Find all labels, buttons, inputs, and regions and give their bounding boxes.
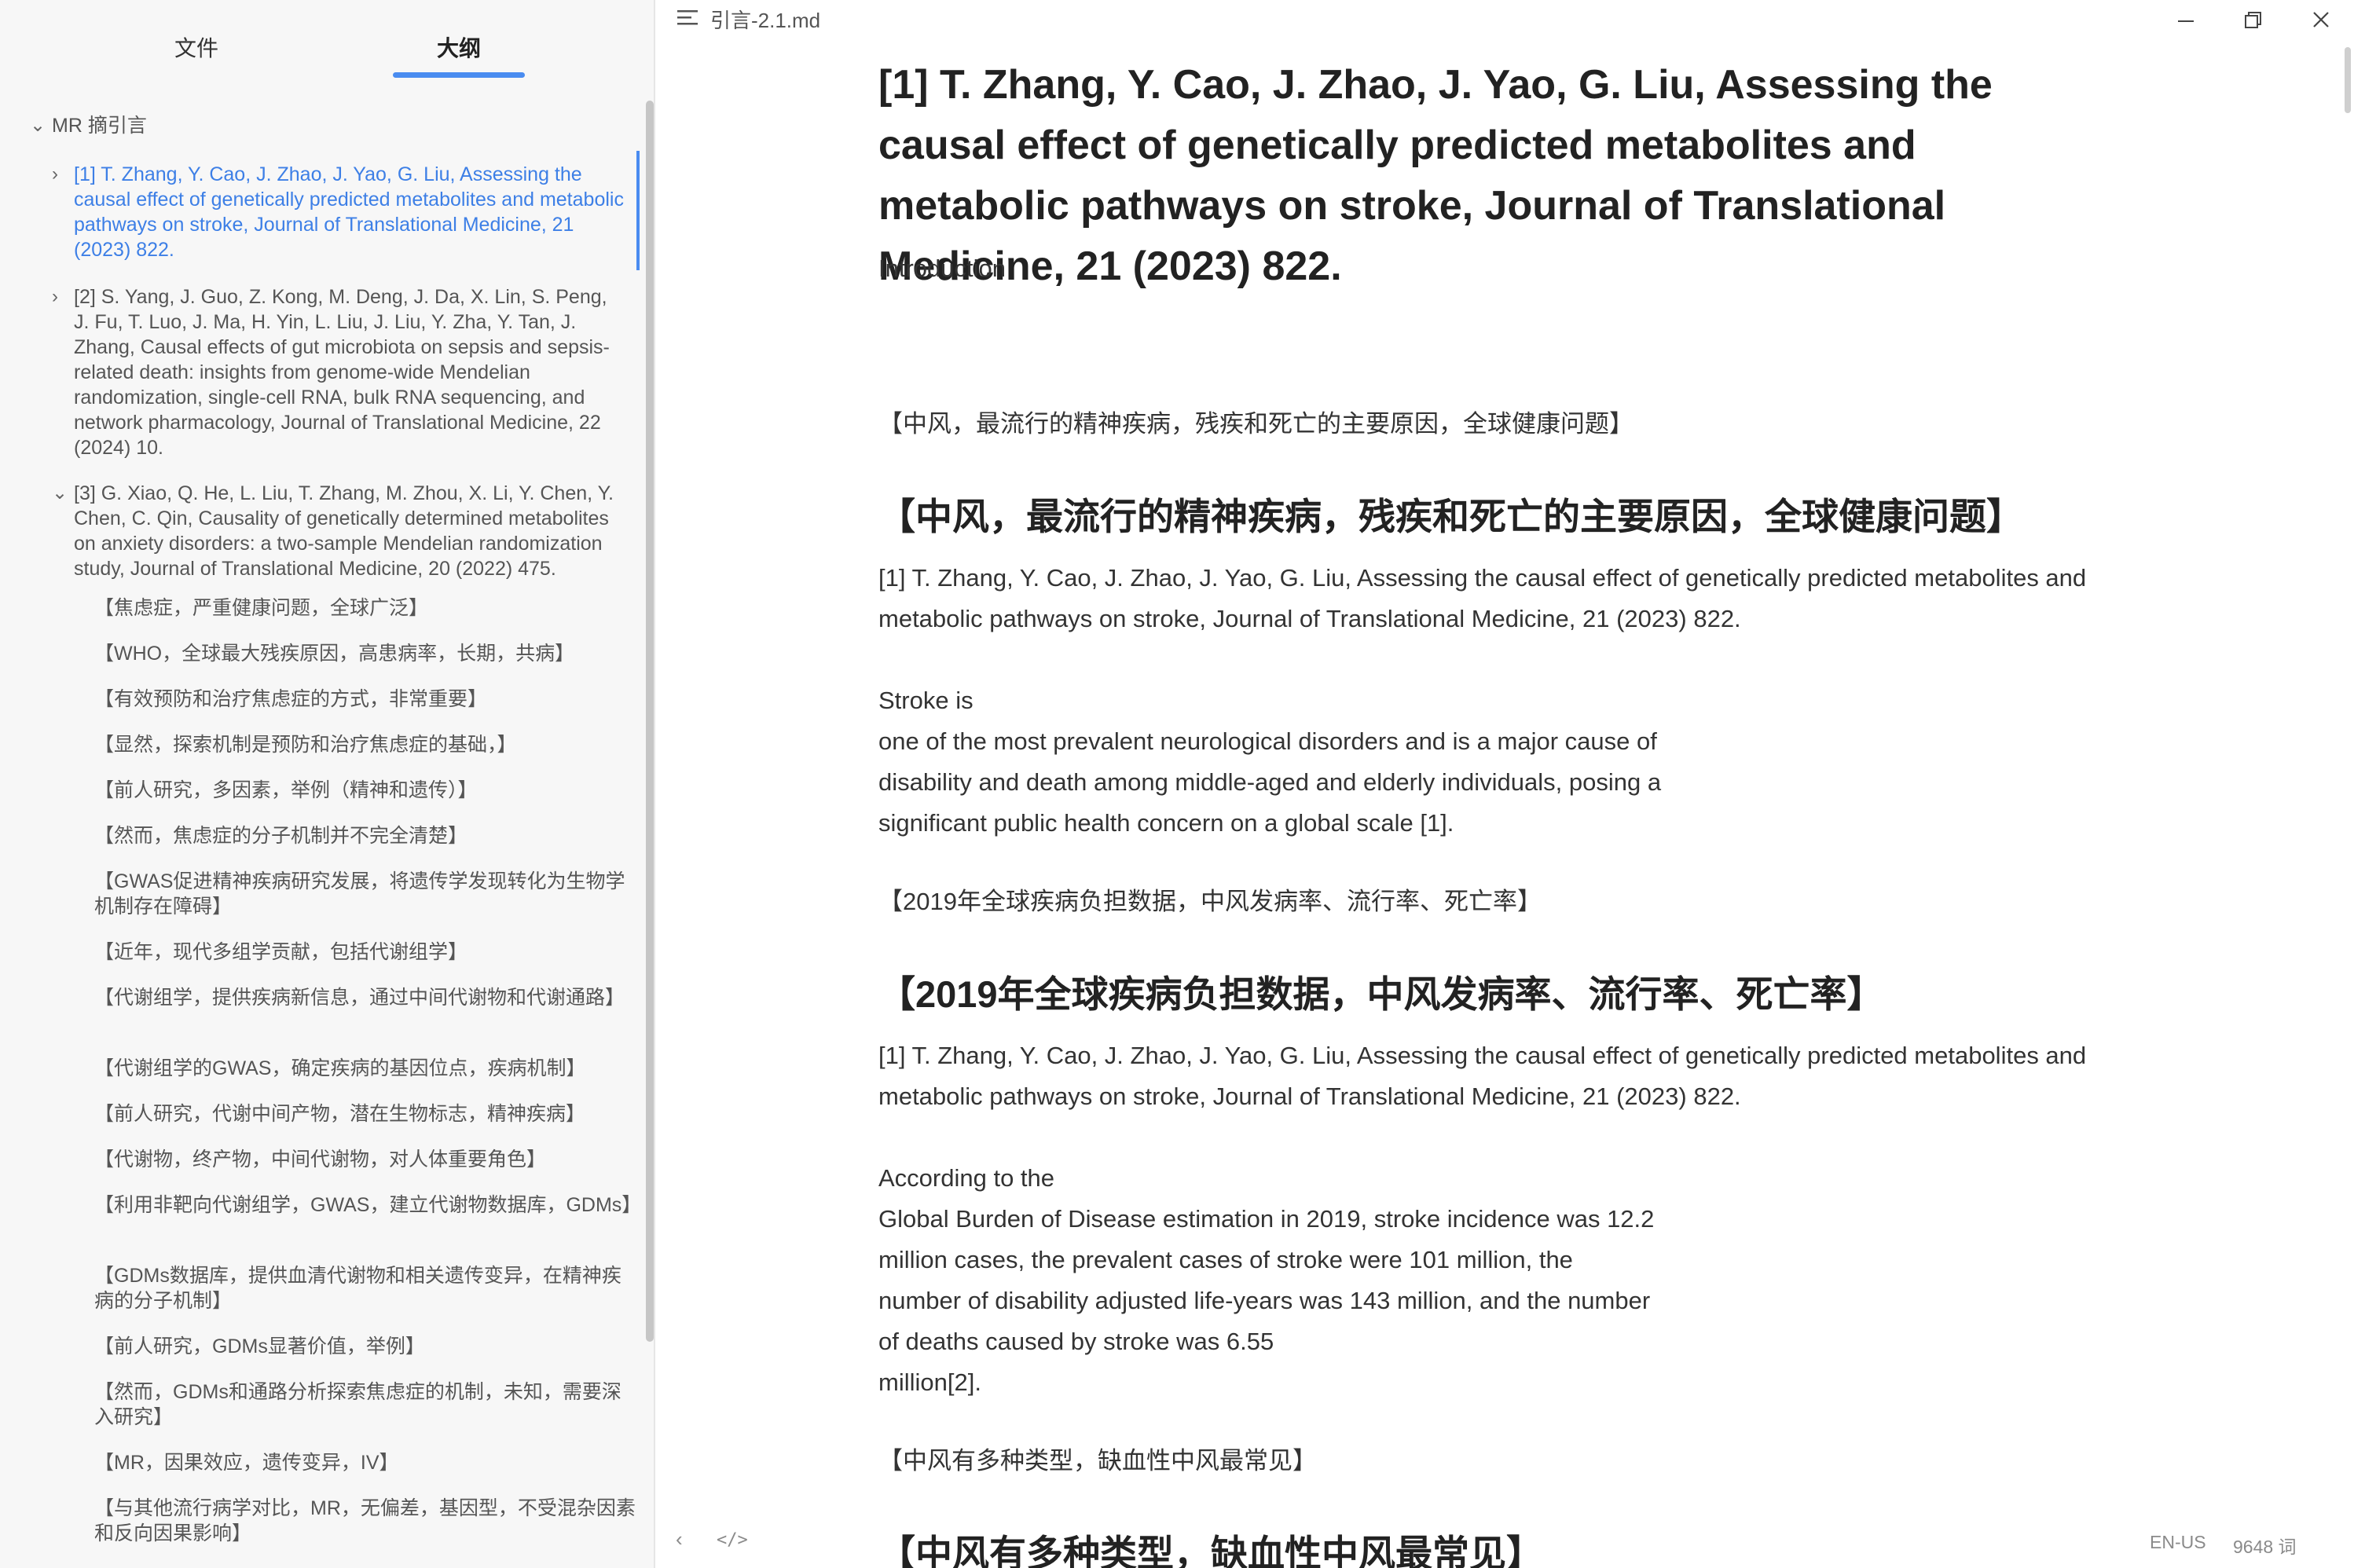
citation-paragraph: [1] T. Zhang, Y. Cao, J. Zhao, J. Yao, G… [878, 564, 2087, 632]
editor-pane: 引言-2.1.md [1] T. Zhang, Y. Cao, J. Zhao,… [657, 0, 2354, 1568]
outline-subitem[interactable]: 【然而，GDMs和通路分析探索焦虑症的机制，未知，需要深入研究】 [94, 1379, 636, 1430]
outline-subitem-label: 【焦虑症，严重健康问题，全球广泛】 [94, 597, 429, 619]
text-line: Stroke is [878, 687, 974, 714]
outline-subitem-label: 【利用非靶向代谢组学，GWAS，建立代谢物数据库，GDMs】 [94, 1194, 642, 1216]
close-icon[interactable] [2305, 6, 2337, 35]
back-arrow-icon[interactable]: ‹ [676, 1527, 683, 1552]
outline-subitem-label: 【与其他流行病学对比，MR，无偏差，基因型，不受混杂因素和反向因果影响】 [94, 1497, 636, 1544]
outline-subitem[interactable]: 【代谢物，终产物，中间代谢物，对人体重要角色】 [94, 1147, 636, 1172]
document-content[interactable]: [1] T. Zhang, Y. Cao, J. Zhao, J. Yao, G… [878, 55, 2104, 1568]
minimize-icon[interactable] [2170, 6, 2202, 35]
section-heading: 【中风，最流行的精神疾病，残疾和死亡的主要原因，全球健康问题】 [878, 496, 2023, 537]
text-line: million[2]. [878, 1368, 981, 1396]
outline-subitem[interactable]: 【焦虑症，严重健康问题，全球广泛】 [94, 595, 636, 621]
outline-subitem[interactable]: 【有效预防和治疗焦虑症的方式，非常重要】 [94, 687, 636, 712]
outline-subitem-label: 【MR，因果效应，遗传变异，IV】 [94, 1452, 399, 1474]
outline-subitem-label: 【代谢组学，提供疾病新信息，通过中间代谢物和代谢通路】 [94, 987, 625, 1009]
outline-subitem-label: 【近年，现代多组学贡献，包括代谢组学】 [94, 941, 468, 963]
outline-subitem[interactable]: 【MR，因果效应，遗传变异，IV】 [94, 1450, 636, 1475]
outline-item-ref1[interactable]: › [1] T. Zhang, Y. Cao, J. Zhao, J. Yao,… [52, 162, 625, 262]
outline-subitem[interactable]: 【然而，焦虑症的分子机制并不完全清楚】 [94, 823, 636, 848]
outline-subitem[interactable]: 【与其他流行病学对比，MR，无偏差，基因型，不受混杂因素和反向因果影响】 [94, 1496, 636, 1546]
outline-subitem[interactable]: 【前人研究，GDMs显著价值，举例】 [94, 1334, 636, 1359]
source-code-icon[interactable]: </> [717, 1530, 748, 1550]
note-paragraph: 【中风，最流行的精神疾病，残疾和死亡的主要原因，全球健康问题】 [878, 410, 1634, 438]
text-line: disability and death among middle-aged a… [878, 768, 1662, 796]
outline-subitem-label: 【显然，探索机制是预防和治疗焦虑症的基础，】 [94, 734, 517, 756]
body-paragraph: According to the Global Burden of Diseas… [878, 1158, 1727, 1403]
outline-item-label: [2] S. Yang, J. Guo, Z. Kong, M. Deng, J… [74, 286, 610, 459]
outline-item-label: [3] G. Xiao, Q. He, L. Liu, T. Zhang, M.… [74, 482, 614, 580]
title-bar: 引言-2.1.md [657, 0, 2354, 38]
outline-subitem-label: 【GWAS促进精神疾病研究发展，将遗传学发现转化为生物学机制存在障碍】 [94, 870, 625, 918]
document-title: 引言-2.1.md [710, 9, 821, 32]
editor-scrollbar[interactable] [2345, 47, 2351, 113]
outline-subitem-label: 【WHO，全球最大残疾原因，高患病率，长期，共病】 [94, 643, 575, 665]
outline-subitem[interactable]: 【代谢组学，提供疾病新信息，通过中间代谢物和代谢通路】 [94, 985, 636, 1010]
outline-subitem[interactable]: 【近年，现代多组学贡献，包括代谢组学】 [94, 940, 636, 965]
outline-subitem[interactable]: 【代谢组学的GWAS，确定疾病的基因位点，疾病机制】 [94, 1056, 636, 1081]
outline-subitem-label: 【代谢物，终产物，中间代谢物，对人体重要角色】 [94, 1149, 547, 1171]
document-heading: [1] T. Zhang, Y. Cao, J. Zhao, J. Yao, G… [878, 62, 1993, 289]
outline-subitem-label: 【有效预防和治疗焦虑症的方式，非常重要】 [94, 688, 488, 710]
sidebar: 文件 大纲 ⌄ MR 摘引言 › [1] T. Zhang, Y. Cao, J… [0, 0, 655, 1568]
outline-subitem[interactable]: 【WHO，全球最大残疾原因，高患病率，长期，共病】 [94, 641, 636, 666]
intro-paragraph: Introduction [878, 255, 1006, 282]
active-item-indicator [636, 151, 640, 270]
outline-subitem[interactable]: 【GDMs数据库，提供血清代谢物和相关遗传变异，在精神疾病的分子机制】 [94, 1263, 636, 1313]
text-line: number of disability adjusted life-years… [878, 1287, 1651, 1314]
tab-files[interactable]: 文件 [174, 31, 218, 63]
outline-item-label: [1] T. Zhang, Y. Cao, J. Zhao, J. Yao, G… [74, 163, 624, 261]
section-heading: 【2019年全球疾病负担数据，中风发病率、流行率、死亡率】 [878, 973, 1884, 1015]
outline-subitem-label: 【然而，GDMs和通路分析探索焦虑症的机制，未知，需要深入研究】 [94, 1381, 622, 1428]
outline-subitem[interactable]: 【显然，探索机制是预防和治疗焦虑症的基础，】 [94, 732, 636, 757]
chevron-right-icon[interactable]: › [52, 284, 58, 310]
text-line: million cases, the prevalent cases of st… [878, 1246, 1573, 1273]
outline-subitem-label: 【GDMs数据库，提供血清代谢物和相关遗传变异，在精神疾病的分子机制】 [94, 1265, 622, 1312]
note-paragraph: 【中风有多种类型，缺血性中风最常见】 [878, 1447, 1317, 1475]
citation-paragraph: [1] T. Zhang, Y. Cao, J. Zhao, J. Yao, G… [878, 1042, 2087, 1110]
restore-icon[interactable] [2237, 6, 2268, 35]
chevron-down-icon[interactable]: ⌄ [30, 113, 46, 138]
text-line: of deaths caused by stroke was 6.55 [878, 1328, 1274, 1355]
outline-subitem[interactable]: 【利用非靶向代谢组学，GWAS，建立代谢物数据库，GDMs】 [94, 1192, 641, 1218]
chevron-down-icon[interactable]: ⌄ [52, 481, 68, 506]
outline-subitem-label: 【然而，焦虑症的分子机制并不完全清楚】 [94, 825, 468, 847]
outline-subitem[interactable]: 【GWAS促进精神疾病研究发展，将遗传学发现转化为生物学机制存在障碍】 [94, 869, 636, 919]
text-line: one of the most prevalent neurological d… [878, 727, 1657, 755]
outline-subitem-label: 【代谢组学的GWAS，确定疾病的基因位点，疾病机制】 [94, 1057, 586, 1079]
active-tab-indicator [393, 72, 525, 78]
tab-outline[interactable]: 大纲 [437, 31, 481, 63]
sidebar-tabs: 文件 大纲 [0, 0, 654, 86]
chevron-right-icon[interactable]: › [52, 162, 58, 187]
text-line: Global Burden of Disease estimation in 2… [878, 1205, 1655, 1233]
outline-subitem-label: 【前人研究，代谢中间产物，潜在生物标志，精神疾病】 [94, 1103, 586, 1125]
status-bar: ‹ </> EN-US 9648 词 [657, 1524, 2354, 1568]
menu-icon[interactable] [677, 8, 699, 27]
text-line: significant public health concern on a g… [878, 809, 1454, 837]
outline-subitem-label: 【前人研究，多因素，举例（精神和遗传）】 [94, 779, 478, 801]
note-paragraph: 【2019年全球疾病负担数据，中风发病率、流行率、死亡率】 [878, 888, 1542, 915]
outline-subitem-label: 【前人研究，GDMs显著价值，举例】 [94, 1335, 425, 1357]
body-paragraph: Stroke is one of the most prevalent neur… [878, 680, 1727, 844]
text-line: According to the [878, 1164, 1055, 1192]
sidebar-scrollbar[interactable] [646, 101, 654, 1342]
outline-subitem[interactable]: 【前人研究，多因素，举例（精神和遗传）】 [94, 778, 636, 803]
outline-item-ref3[interactable]: ⌄ [3] G. Xiao, Q. He, L. Liu, T. Zhang, … [52, 481, 625, 581]
language-indicator[interactable]: EN-US [2150, 1532, 2206, 1553]
word-count[interactable]: 9648 词 [2233, 1532, 2297, 1559]
outline-root-label: MR 摘引言 [52, 115, 147, 137]
outline-item-ref2[interactable]: › [2] S. Yang, J. Guo, Z. Kong, M. Deng,… [52, 284, 625, 460]
outline-root-item[interactable]: ⌄ MR 摘引言 [30, 113, 147, 138]
outline-subitem[interactable]: 【前人研究，代谢中间产物，潜在生物标志，精神疾病】 [94, 1101, 636, 1127]
